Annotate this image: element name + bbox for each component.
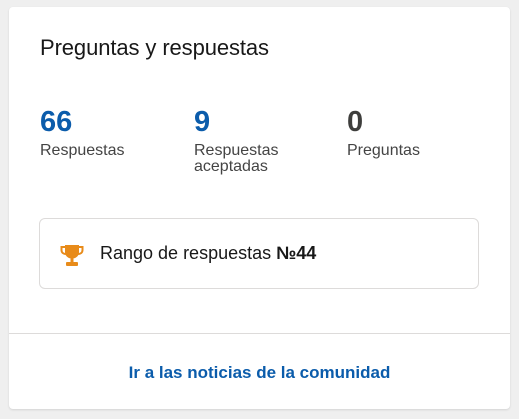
stat-questions-value: 0 xyxy=(347,106,364,138)
divider xyxy=(9,333,510,334)
card-title: Preguntas y respuestas xyxy=(40,35,269,60)
community-news-link[interactable]: Ir a las noticias de la comunidad xyxy=(9,363,510,383)
stat-accepted-value: 9 xyxy=(194,106,211,138)
qa-card: Preguntas y respuestas 66 Respuestas 9 R… xyxy=(9,7,510,409)
stat-accepted-answers: 9 Respuestas aceptadas xyxy=(194,107,304,175)
trophy-icon xyxy=(60,245,84,266)
stat-answers-label: Respuestas xyxy=(40,142,125,159)
stat-questions: 0 Preguntas xyxy=(347,107,420,159)
rank-number: №44 xyxy=(276,243,317,263)
stat-questions-label: Preguntas xyxy=(347,142,420,159)
stat-accepted-label: Respuestas aceptadas xyxy=(194,142,279,175)
stat-answers: 66 Respuestas xyxy=(40,107,125,159)
rank-label: Rango de respuestas xyxy=(100,243,272,263)
rank-box: Rango de respuestas №44 xyxy=(39,218,479,289)
stat-answers-value: 66 xyxy=(40,106,73,138)
rank-text: Rango de respuestas №44 xyxy=(100,243,316,264)
